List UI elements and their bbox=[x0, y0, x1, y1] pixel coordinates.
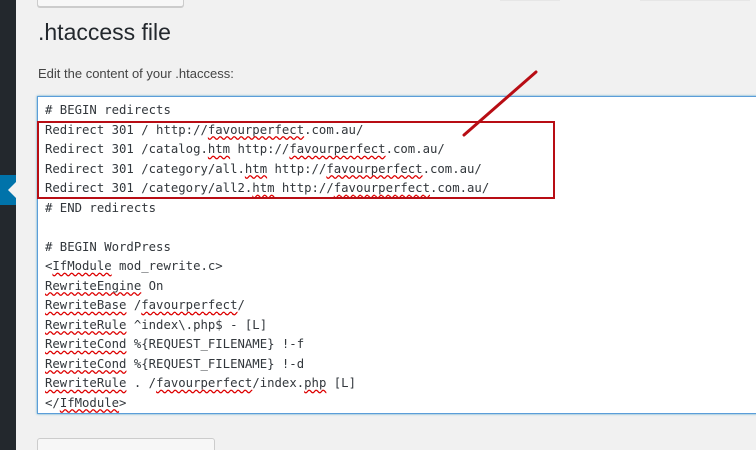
spellcheck-word: RewriteCond bbox=[45, 337, 127, 351]
spellcheck-word: favourperfect bbox=[289, 142, 386, 156]
code-text: .com.au/ bbox=[430, 181, 490, 195]
editor-line: Redirect 301 /category/all.htm http://fa… bbox=[45, 160, 756, 180]
code-text: mod_rewrite.c> bbox=[111, 259, 223, 273]
spellcheck-word: IfModule bbox=[59, 395, 120, 410]
spellcheck-word: RewriteRule bbox=[45, 317, 127, 332]
code-text: .com.au/ bbox=[422, 161, 482, 176]
code-text: http:// bbox=[267, 161, 327, 176]
top-button[interactable] bbox=[37, 0, 184, 7]
spellcheck-word: favourperfect bbox=[141, 298, 238, 312]
editor-line: # BEGIN redirects bbox=[45, 101, 756, 121]
spellcheck-word: RewriteCond bbox=[45, 356, 127, 371]
code-text: ^index\.php$ - [L] bbox=[126, 317, 268, 332]
editor-line: RewriteBase /favourperfect/ bbox=[45, 296, 756, 316]
spellcheck-word: IfModule bbox=[52, 259, 112, 273]
editor-line: RewriteRule ^index\.php$ - [L] bbox=[45, 316, 756, 336]
active-menu-pointer-icon bbox=[0, 175, 16, 205]
code-text: http:// bbox=[230, 142, 290, 156]
page-title: .htaccess file bbox=[38, 19, 171, 45]
divider bbox=[640, 0, 750, 1]
code-text: # BEGIN WordPress bbox=[45, 239, 171, 254]
admin-sidebar bbox=[0, 0, 16, 450]
code-text: On bbox=[141, 278, 164, 293]
editor-line: Redirect 301 /catalog.htm http://favourp… bbox=[45, 140, 756, 160]
htaccess-editor-textarea[interactable]: # BEGIN redirects Redirect 301 / http://f… bbox=[37, 96, 756, 414]
spellcheck-word: RewriteRule bbox=[45, 376, 127, 390]
code-text: / bbox=[237, 298, 245, 312]
editor-line: RewriteRule . /favourperfect/index.php [… bbox=[45, 374, 756, 394]
code-text: # BEGIN redirects bbox=[45, 103, 171, 117]
editor-line: RewriteCond %{REQUEST_FILENAME} !-d bbox=[45, 355, 756, 375]
editor-line: Redirect 301 /category/all2.htm http://f… bbox=[45, 179, 756, 199]
code-text: .com.au/ bbox=[385, 142, 445, 156]
code-text: .com.au/ bbox=[304, 122, 364, 137]
code-text: </ bbox=[45, 395, 60, 410]
editor-line: # END redirects bbox=[45, 199, 756, 219]
editor-line: <IfModule mod_rewrite.c> bbox=[45, 257, 756, 277]
editor-line: # BEGIN WordPress bbox=[45, 238, 756, 258]
editor-line: Redirect 301 / http://favourperfect.com.… bbox=[45, 121, 756, 141]
code-text: Redirect 301 /category/all. bbox=[45, 161, 245, 176]
code-text: %{REQUEST_FILENAME} !-f bbox=[126, 337, 305, 351]
editor-line: RewriteEngine On bbox=[45, 277, 756, 297]
divider bbox=[500, 0, 560, 1]
code-text: Redirect 301 /category/all2. bbox=[45, 181, 253, 195]
spellcheck-word: favourperfect bbox=[156, 376, 253, 390]
save-button[interactable] bbox=[37, 438, 215, 450]
spellcheck-word: htm bbox=[252, 181, 275, 195]
editor-line: </IfModule> bbox=[45, 394, 756, 414]
spellcheck-word: favourperfect bbox=[207, 122, 305, 137]
code-text: Redirect 301 /catalog. bbox=[45, 142, 208, 156]
code-text: # END redirects bbox=[45, 200, 157, 215]
editor-line: RewriteCond %{REQUEST_FILENAME} !-f bbox=[45, 335, 756, 355]
spellcheck-word: RewriteEngine bbox=[45, 278, 142, 293]
code-text: > bbox=[119, 395, 127, 410]
spellcheck-word: htm bbox=[207, 142, 231, 156]
code-text: %{REQUEST_FILENAME} !-d bbox=[126, 356, 305, 371]
code-text: http:// bbox=[274, 181, 334, 195]
code-text: / bbox=[126, 298, 142, 312]
code-text: [L] bbox=[326, 376, 356, 390]
spellcheck-word: favourperfect bbox=[333, 181, 430, 195]
page-description: Edit the content of your .htaccess: bbox=[38, 66, 234, 81]
spellcheck-word: favourperfect bbox=[326, 161, 423, 176]
code-text: /index. bbox=[252, 376, 305, 390]
code-text: . / bbox=[126, 376, 157, 390]
code-text: Redirect 301 / http:// bbox=[45, 122, 208, 137]
spellcheck-word: php bbox=[304, 376, 327, 390]
spellcheck-word: RewriteBase bbox=[45, 298, 127, 312]
spellcheck-word: htm bbox=[244, 161, 268, 176]
